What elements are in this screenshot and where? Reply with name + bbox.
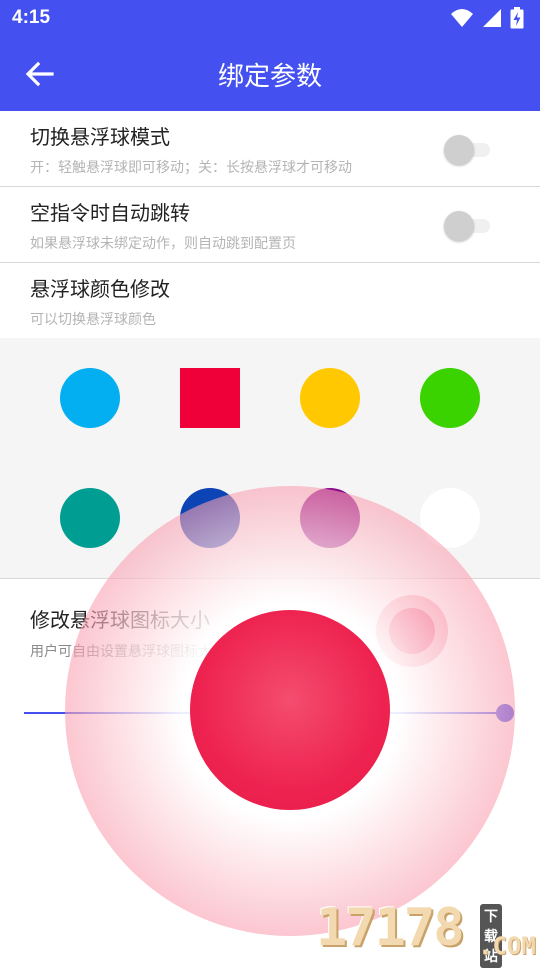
color-palette: [0, 338, 540, 578]
signal-icon: [483, 9, 501, 27]
toggle-thumb: [444, 135, 474, 165]
color-swatch-green[interactable]: [420, 368, 480, 428]
toggle-thumb: [444, 211, 474, 241]
color-swatch-purple[interactable]: [300, 488, 360, 548]
color-swatch-yellow[interactable]: [300, 368, 360, 428]
color-swatch-teal[interactable]: [60, 488, 120, 548]
setting-label: 空指令时自动跳转: [30, 201, 190, 225]
color-swatch-white[interactable]: [420, 488, 480, 548]
slider-thumb[interactable]: [496, 704, 515, 722]
watermark-domain: .COM: [478, 932, 536, 960]
status-bar: 4:15: [0, 0, 540, 36]
color-swatch-red-selected[interactable]: [180, 368, 240, 428]
setting-label: 悬浮球颜色修改: [30, 277, 170, 301]
setting-row-color: 悬浮球颜色修改 可以切换悬浮球颜色: [0, 263, 540, 338]
auto-jump-toggle[interactable]: [444, 210, 494, 241]
icon-size-preview: [389, 608, 435, 654]
setting-label: 切换悬浮球模式: [30, 125, 170, 149]
color-swatch-dark-blue[interactable]: [180, 488, 240, 548]
page-title: 绑定参数: [217, 62, 322, 92]
wifi-icon: [451, 9, 473, 27]
setting-description: 可以切换悬浮球颜色: [30, 312, 156, 328]
watermark-logo: 17178 下载站 .COM: [316, 898, 536, 968]
divider: [0, 578, 540, 579]
setting-row-auto-jump[interactable]: 空指令时自动跳转 如果悬浮球未绑定动作，则自动跳到配置页: [0, 187, 540, 263]
app-bar: 绑定参数: [0, 36, 540, 111]
battery-icon: [510, 7, 524, 29]
setting-row-float-mode[interactable]: 切换悬浮球模式 开：轻触悬浮球即可移动；关：长按悬浮球才可移动: [0, 111, 540, 187]
icon-size-label: 修改悬浮球图标大小: [30, 608, 210, 632]
setting-description: 开：轻触悬浮球即可移动；关：长按悬浮球才可移动: [30, 160, 352, 176]
color-swatch-blue[interactable]: [60, 368, 120, 428]
watermark-number: 17178: [316, 898, 465, 958]
setting-description: 如果悬浮球未绑定动作，则自动跳到配置页: [30, 236, 296, 252]
floating-ball[interactable]: [190, 610, 390, 810]
icon-size-description: 用户可自由设置悬浮球图标大小: [30, 644, 226, 660]
status-icons: [450, 6, 524, 30]
status-time: 4:15: [12, 7, 51, 28]
float-mode-toggle[interactable]: [444, 134, 494, 165]
